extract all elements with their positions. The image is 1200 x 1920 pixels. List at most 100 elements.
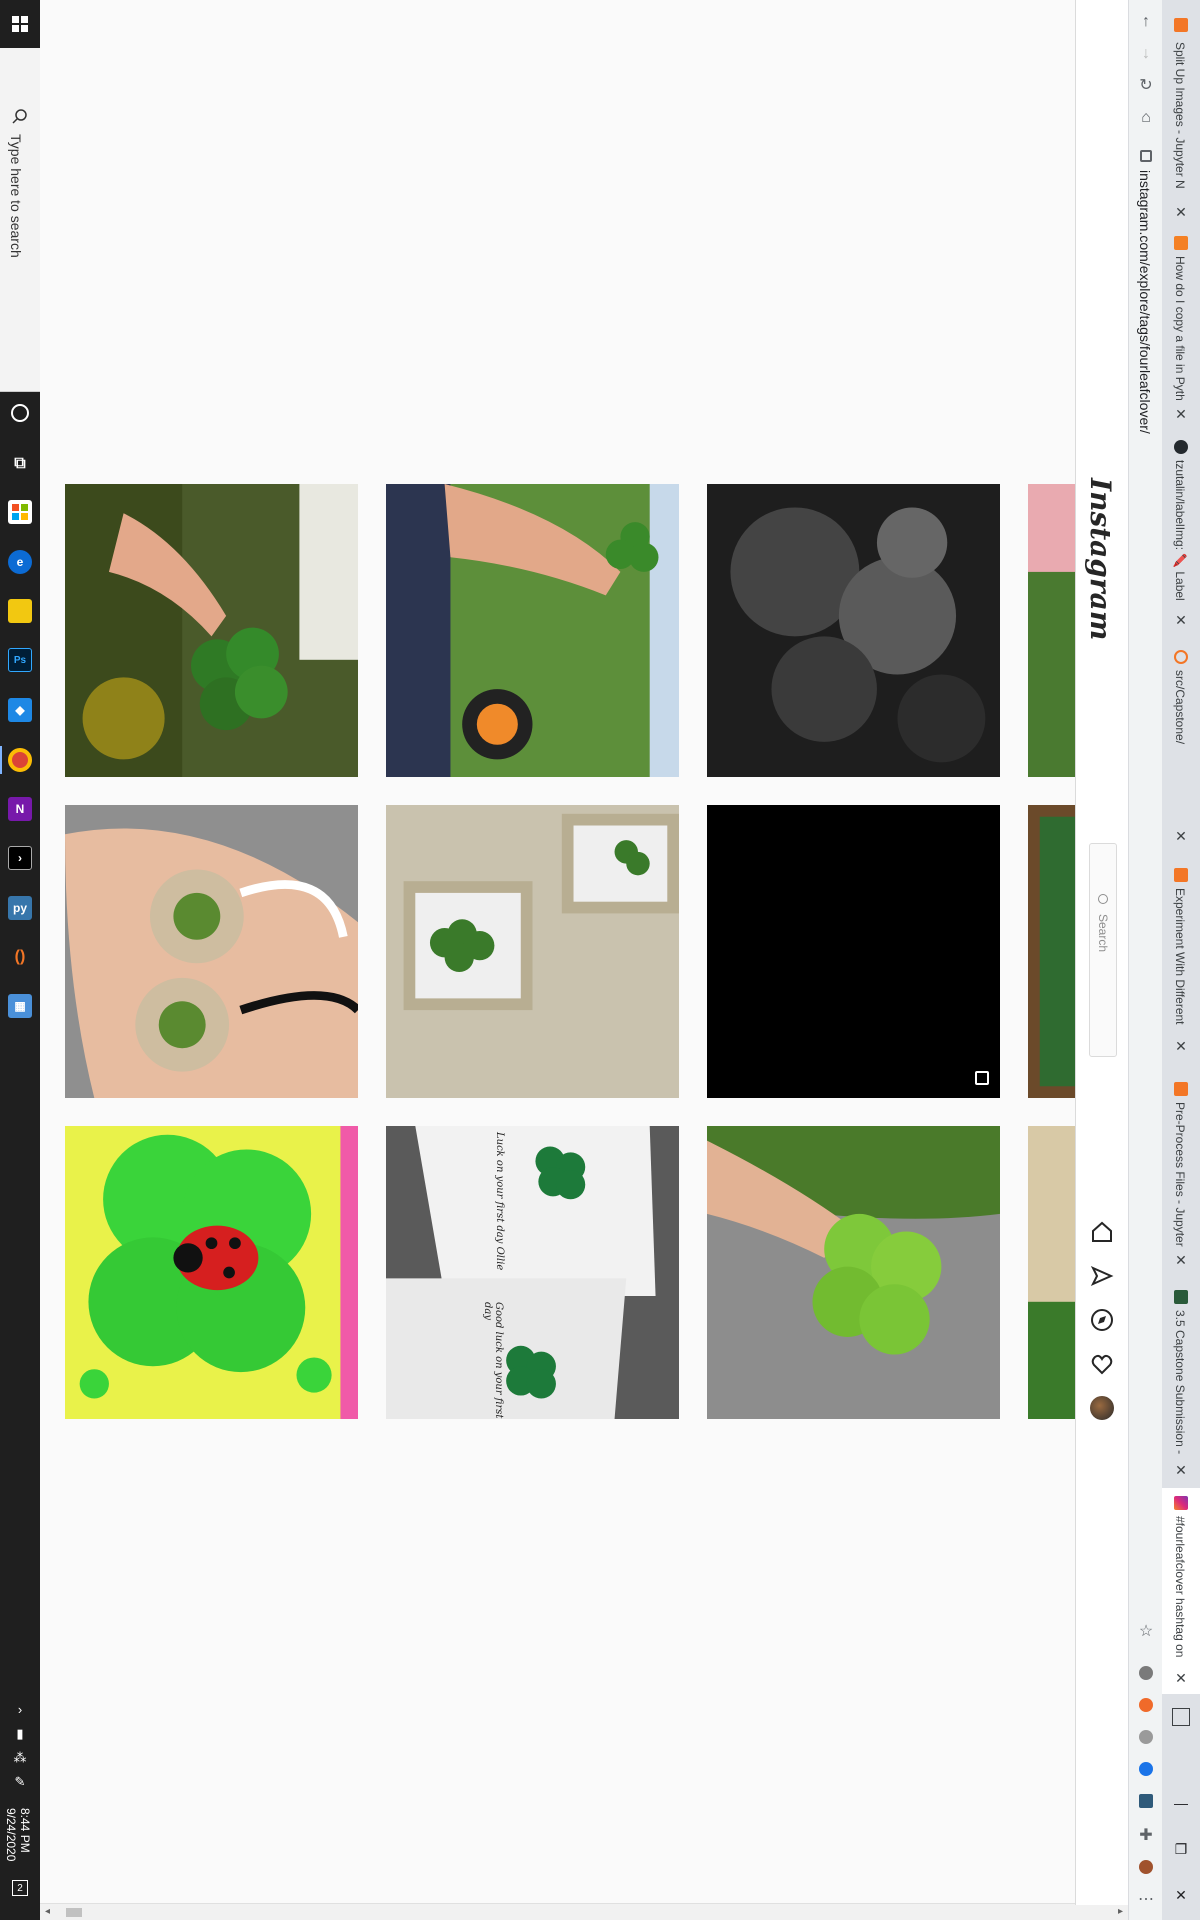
profile-z-icon[interactable]: [1139, 1860, 1153, 1874]
extension-orange-icon[interactable]: [1139, 1698, 1153, 1712]
start-button[interactable]: [0, 0, 40, 48]
url-text[interactable]: instagram.com/explore/tags/fourleafclove…: [1137, 170, 1153, 434]
tab-search-icon[interactable]: [1172, 1708, 1190, 1726]
cortana-icon[interactable]: [11, 404, 29, 422]
scroll-left-arrow-icon[interactable]: ◂: [45, 1906, 50, 1917]
home-icon[interactable]: [1090, 1220, 1114, 1244]
post-tile-3[interactable]: [707, 484, 1000, 777]
search-icon: [12, 108, 28, 124]
post-tile-6[interactable]: [386, 805, 679, 1098]
greeting-cards-photo: [386, 1126, 679, 1419]
instagram-logo[interactable]: Instagram: [1084, 478, 1117, 640]
file-explorer-icon[interactable]: [8, 599, 32, 623]
browser-tab[interactable]: Split Up Images - Jupyter N ✕: [1162, 8, 1200, 232]
jupyter-favicon-icon: [1174, 868, 1188, 882]
bookmark-star-icon[interactable]: ☆: [1136, 1622, 1156, 1642]
clover-photo: [1028, 484, 1075, 777]
direct-message-icon[interactable]: [1090, 1264, 1114, 1288]
instagram-search-input[interactable]: Search: [1089, 843, 1117, 1057]
tab-close-icon[interactable]: ✕: [1173, 204, 1189, 220]
python-icon[interactable]: py: [8, 896, 32, 920]
post-tile-8-partial[interactable]: [1028, 805, 1075, 1098]
show-hidden-icons-chevron-icon[interactable]: ›: [12, 1702, 28, 1718]
tab-close-icon[interactable]: ✕: [1173, 1038, 1189, 1054]
search-icon: [1098, 894, 1108, 904]
stackoverflow-favicon-icon: [1174, 236, 1188, 250]
jupyter-favicon-icon: [1174, 650, 1188, 664]
browser-tab[interactable]: tzutalin/labelImg: 🖍️ Label ✕: [1162, 436, 1200, 632]
active-app-indicator: [0, 746, 2, 774]
close-window-icon[interactable]: ✕: [1162, 1882, 1200, 1908]
tab-close-icon[interactable]: ✕: [1173, 828, 1189, 844]
clock-time: 8:44 PM: [18, 1808, 32, 1853]
clover-photo: [707, 1126, 1000, 1419]
calculator-icon[interactable]: ▦: [8, 994, 32, 1018]
photoshop-icon[interactable]: Ps: [8, 648, 32, 672]
browser-tab-active[interactable]: #fourleafclover hashtag on ✕: [1162, 1488, 1200, 1694]
tab-title: 3.5 Capstone Submission -: [1173, 1310, 1187, 1455]
browser-tab[interactable]: 3.5 Capstone Submission - ✕: [1162, 1284, 1200, 1480]
clover-photo: [386, 805, 679, 1098]
instagram-favicon-icon: [1174, 1496, 1188, 1510]
terminal-icon[interactable]: ›: [8, 846, 32, 870]
activity-heart-icon[interactable]: [1090, 1352, 1114, 1376]
jupyter-icon[interactable]: (): [8, 945, 32, 969]
post-tile-9[interactable]: [65, 1126, 358, 1419]
tab-close-icon[interactable]: ✕: [1173, 1252, 1189, 1268]
notification-count: 2: [17, 1883, 23, 1894]
task-view-icon[interactable]: ⧉: [8, 452, 32, 476]
edge-icon[interactable]: e: [8, 550, 32, 574]
extension-circle-icon[interactable]: [1139, 1730, 1153, 1744]
horizontal-scrollbar[interactable]: ◂ ▸: [40, 1903, 1128, 1920]
notifications-icon[interactable]: 2: [12, 1880, 28, 1896]
home-icon[interactable]: ⌂: [1136, 108, 1156, 128]
post-tile-5[interactable]: [65, 805, 358, 1098]
post-tile-2[interactable]: [386, 484, 679, 777]
post-tile-1[interactable]: [65, 484, 358, 777]
post-tile-12-partial[interactable]: [1028, 1126, 1075, 1419]
post-tile-11[interactable]: [707, 1126, 1000, 1419]
scroll-right-arrow-icon[interactable]: ▸: [1118, 1906, 1123, 1917]
scrollbar-thumb[interactable]: [66, 1908, 82, 1917]
tab-close-icon[interactable]: ✕: [1173, 406, 1189, 422]
extensions-puzzle-icon[interactable]: ✚: [1136, 1826, 1156, 1846]
browser-tab[interactable]: How do I copy a file in Pyth ✕: [1162, 232, 1200, 426]
tab-close-icon[interactable]: ✕: [1173, 1670, 1189, 1686]
taskbar-search-box[interactable]: Type here to search: [0, 48, 40, 392]
post-tile-10[interactable]: Luck on your first day Ollie Good luck o…: [386, 1126, 679, 1419]
tab-title: src/Capstone/: [1173, 670, 1187, 745]
network-icon[interactable]: ⁂: [12, 1750, 28, 1766]
search-placeholder: Search: [1096, 914, 1110, 953]
explore-icon[interactable]: [1090, 1308, 1114, 1332]
browser-tab[interactable]: Pre-Process Files - Jupyter N ✕: [1162, 1074, 1200, 1270]
card-handwriting-1: Luck on your first day Ollie: [494, 1132, 505, 1271]
lock-icon[interactable]: [1140, 150, 1152, 162]
battery-icon[interactable]: ▮: [12, 1726, 28, 1742]
vscode-icon[interactable]: ◆: [8, 698, 32, 722]
tab-title: Pre-Process Files - Jupyter N: [1173, 1102, 1187, 1248]
extension-b-icon[interactable]: [1139, 1762, 1153, 1776]
extension-g-icon[interactable]: [1139, 1666, 1153, 1680]
browser-tab[interactable]: Experiment With Different ✕: [1162, 860, 1200, 1056]
chrome-icon[interactable]: [8, 748, 32, 772]
windows-logo-icon: [12, 16, 28, 32]
post-tile-7-video[interactable]: [707, 805, 1000, 1098]
extension-screen-icon[interactable]: [1139, 1794, 1153, 1808]
restore-icon[interactable]: ❐: [1162, 1836, 1200, 1862]
onenote-icon[interactable]: N: [8, 797, 32, 821]
reload-icon[interactable]: ↻: [1136, 76, 1156, 96]
taskbar-clock[interactable]: 8:44 PM 9/24/2020: [4, 1808, 32, 1861]
minimize-icon[interactable]: —: [1162, 1790, 1200, 1816]
store-icon[interactable]: [8, 500, 32, 524]
tab-title: How do I copy a file in Pyth: [1173, 256, 1187, 401]
menu-dots-icon[interactable]: ⋯: [1136, 1890, 1156, 1910]
video-thumbnail: [707, 805, 1000, 1098]
profile-avatar[interactable]: [1090, 1396, 1114, 1420]
forward-arrow-icon[interactable]: ↓: [1136, 44, 1156, 64]
browser-tab[interactable]: src/Capstone/ ✕: [1162, 646, 1200, 846]
tab-close-icon[interactable]: ✕: [1173, 1462, 1189, 1478]
post-tile-4-partial[interactable]: [1028, 484, 1075, 777]
pen-icon[interactable]: ✎: [12, 1774, 28, 1790]
back-arrow-icon[interactable]: ↑: [1136, 12, 1156, 32]
tab-close-icon[interactable]: ✕: [1173, 612, 1189, 628]
